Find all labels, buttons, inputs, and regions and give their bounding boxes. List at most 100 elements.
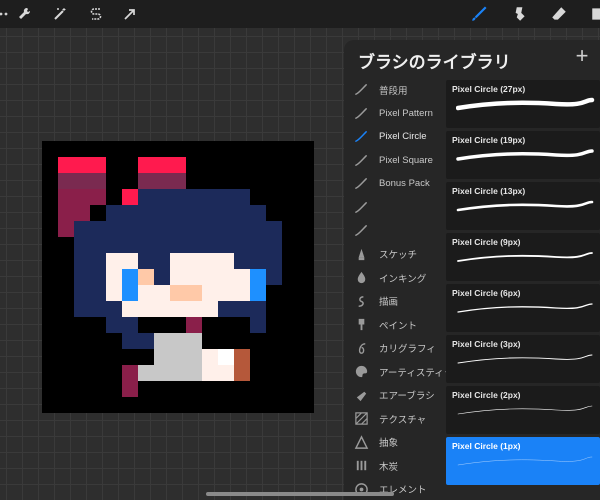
pixel (202, 301, 218, 317)
pixel (170, 173, 186, 189)
brush-set-item[interactable] (344, 219, 444, 242)
pixel (234, 205, 250, 221)
brush-set-item[interactable]: インキング (344, 266, 444, 289)
pixel (186, 205, 202, 221)
pixel (122, 237, 138, 253)
pixel (250, 253, 266, 269)
brush-stroke-icon (352, 222, 370, 240)
pixel (234, 365, 250, 381)
pixel (234, 189, 250, 205)
pixel (106, 269, 122, 285)
pixel (154, 253, 170, 269)
magic-wand-icon[interactable] (50, 4, 70, 24)
brush-set-item[interactable]: Pixel Pattern (344, 102, 444, 125)
smudge-icon[interactable] (508, 3, 530, 25)
swirl-icon (352, 292, 370, 310)
pixel-artwork (58, 157, 282, 397)
brush-set-item[interactable]: Pixel Circle (344, 125, 444, 148)
pixel (266, 237, 282, 253)
gallery-dots-icon[interactable] (0, 4, 14, 24)
pixel (218, 205, 234, 221)
eraser-icon[interactable] (548, 3, 570, 25)
pixel (138, 365, 154, 381)
pixel (186, 189, 202, 205)
brush-item[interactable]: Pixel Circle (9px) (446, 233, 600, 281)
brush-set-item[interactable]: アーティスティック (344, 360, 463, 383)
pixel (218, 221, 234, 237)
brush-item[interactable]: Pixel Circle (27px) (446, 80, 600, 128)
brush-set-item[interactable]: 木炭 (344, 454, 444, 477)
pixel (186, 333, 202, 349)
wrench-icon[interactable] (14, 4, 34, 24)
brush-set-item[interactable]: 普段用 (344, 78, 444, 101)
pixel (170, 253, 186, 269)
pixel (250, 285, 266, 301)
pixel (250, 221, 266, 237)
pixel (90, 253, 106, 269)
brush-set-label: カリグラフィ (379, 344, 436, 355)
brush-set-item[interactable]: エレメント (344, 478, 444, 500)
drawing-canvas[interactable] (42, 141, 314, 413)
add-brush-set-button[interactable]: + (572, 45, 592, 67)
pixel (90, 189, 106, 205)
brush-set-item[interactable]: 抽象 (344, 431, 444, 454)
pixel (218, 189, 234, 205)
selection-s-icon[interactable] (86, 4, 106, 24)
pixel (74, 237, 90, 253)
brush-set-label: ペイント (379, 320, 418, 332)
pixel (170, 221, 186, 237)
pixel (186, 221, 202, 237)
brush-item[interactable]: Pixel Circle (6px) (446, 284, 600, 332)
pixel (90, 157, 106, 173)
brush-set-item[interactable]: エアーブラシ (344, 384, 444, 407)
pixel (138, 301, 154, 317)
brush-item[interactable]: Pixel Circle (1px) (446, 437, 600, 485)
calligraphy-icon (352, 339, 370, 357)
brush-set-item[interactable]: スケッチ (344, 243, 444, 266)
pixel (218, 237, 234, 253)
brush-set-label: 抽象 (379, 438, 399, 449)
pixel (218, 349, 234, 365)
pixel (250, 237, 266, 253)
pixel (122, 285, 138, 301)
pixel (202, 365, 218, 381)
pixel (218, 269, 234, 285)
brush-set-item[interactable]: カリグラフィ (344, 337, 444, 360)
brush-item[interactable]: Pixel Circle (2px) (446, 386, 600, 434)
brush-set-item[interactable]: 描画 (344, 290, 444, 313)
brush-set-item[interactable]: ペイント (344, 313, 444, 336)
pixel (266, 253, 282, 269)
pixel (122, 189, 138, 205)
brush-item[interactable]: Pixel Circle (13px) (446, 182, 600, 230)
brush-item[interactable]: Pixel Circle (19px) (446, 131, 600, 179)
texture-icon (352, 410, 370, 428)
transform-arrow-icon[interactable] (120, 4, 140, 24)
brush-set-item[interactable]: Pixel Square (344, 149, 444, 172)
brush-icon[interactable] (468, 3, 490, 25)
pixel (218, 301, 234, 317)
pixel (202, 237, 218, 253)
brush-set-label: Pixel Pattern (379, 107, 433, 119)
pixel (234, 301, 250, 317)
pixel (266, 269, 282, 285)
brush-set-item[interactable]: Bonus Pack (344, 172, 444, 195)
brush-set-item[interactable]: テクスチャ (344, 407, 444, 430)
pixel (74, 269, 90, 285)
pixel (170, 301, 186, 317)
pixel (154, 237, 170, 253)
brush-set-item[interactable] (344, 196, 444, 219)
pixel (154, 333, 170, 349)
pixel (154, 173, 170, 189)
pixel (122, 253, 138, 269)
pixel (154, 189, 170, 205)
layers-icon[interactable] (588, 3, 600, 25)
pixel (218, 285, 234, 301)
pixel (106, 253, 122, 269)
ink-drop-icon (352, 269, 370, 287)
brush-set-label: 木炭 (379, 461, 399, 473)
pixel (122, 365, 138, 381)
brush-item[interactable]: Pixel Circle (3px) (446, 335, 600, 383)
pixel (74, 253, 90, 269)
pixel (202, 253, 218, 269)
pixel (58, 173, 74, 189)
